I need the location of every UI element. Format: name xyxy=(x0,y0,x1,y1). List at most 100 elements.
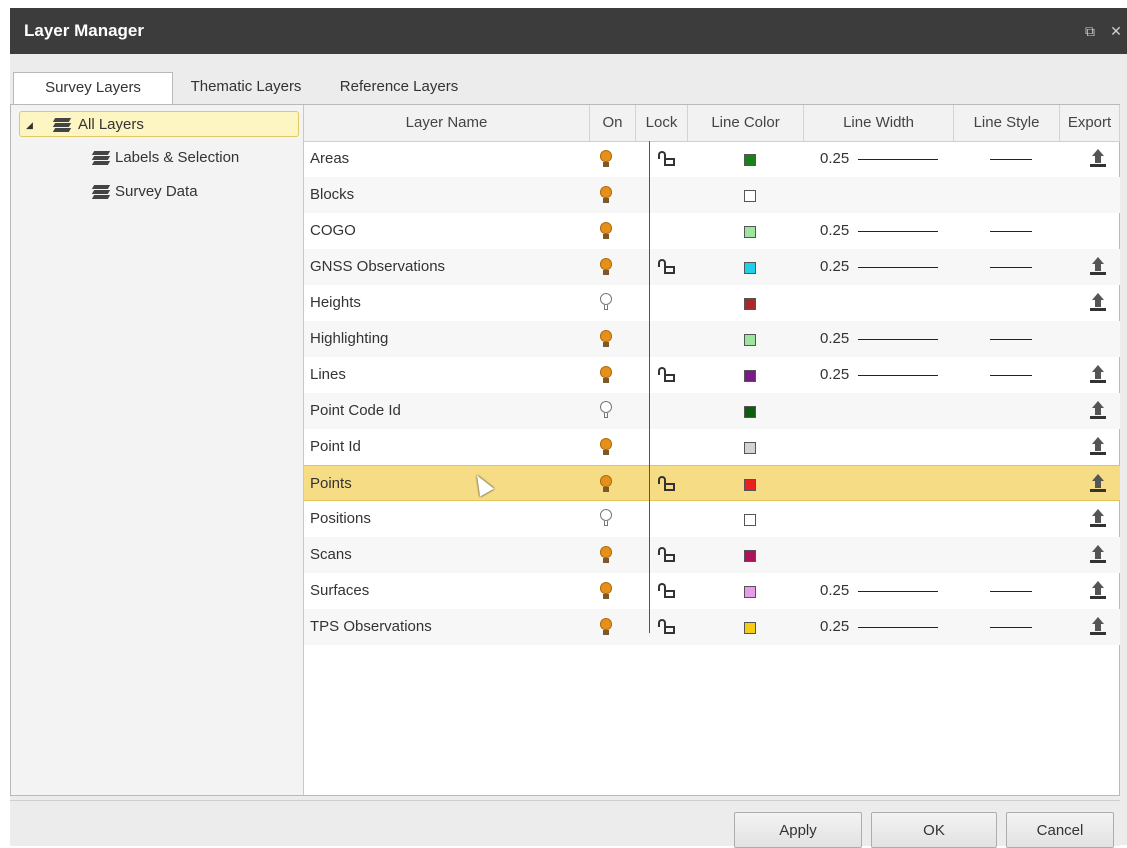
line-color-swatch[interactable] xyxy=(744,154,756,166)
tree-node-labels-selection[interactable]: Labels & Selection xyxy=(91,145,293,171)
line-width-value[interactable]: 0.25 xyxy=(820,213,849,249)
line-color-swatch[interactable] xyxy=(744,442,756,454)
col-on[interactable]: On xyxy=(590,105,636,141)
line-style-preview[interactable] xyxy=(990,339,1032,340)
line-color-swatch[interactable] xyxy=(744,479,756,491)
table-row[interactable]: Points xyxy=(304,465,1120,501)
tab-survey-layers[interactable]: Survey Layers xyxy=(13,72,173,106)
line-color-swatch[interactable] xyxy=(744,226,756,238)
export-icon[interactable] xyxy=(1090,401,1106,421)
line-color-swatch[interactable] xyxy=(744,262,756,274)
export-icon[interactable] xyxy=(1090,365,1106,385)
bulb-on-icon[interactable] xyxy=(600,150,612,168)
bulb-on-icon[interactable] xyxy=(600,438,612,456)
layer-name-cell: Surfaces xyxy=(310,582,370,599)
table-row[interactable]: Point Code Id xyxy=(304,393,1120,429)
unlock-icon[interactable] xyxy=(658,151,678,167)
bulb-on-icon[interactable] xyxy=(600,475,612,493)
col-line-width[interactable]: Line Width xyxy=(804,105,954,141)
unlock-icon[interactable] xyxy=(658,619,678,635)
line-color-swatch[interactable] xyxy=(744,586,756,598)
export-icon[interactable] xyxy=(1090,474,1106,494)
cancel-button[interactable]: Cancel xyxy=(1006,812,1114,848)
bulb-off-icon[interactable] xyxy=(600,509,612,527)
line-style-preview[interactable] xyxy=(990,591,1032,592)
bulb-on-icon[interactable] xyxy=(600,366,612,384)
export-icon[interactable] xyxy=(1090,545,1106,565)
apply-button[interactable]: Apply xyxy=(734,812,862,848)
line-color-swatch[interactable] xyxy=(744,334,756,346)
table-row[interactable]: Positions xyxy=(304,501,1120,537)
unlock-icon[interactable] xyxy=(658,547,678,563)
export-icon[interactable] xyxy=(1090,257,1106,277)
line-color-swatch[interactable] xyxy=(744,298,756,310)
line-width-value[interactable]: 0.25 xyxy=(820,249,849,285)
bulb-on-icon[interactable] xyxy=(600,186,612,204)
bulb-on-icon[interactable] xyxy=(600,258,612,276)
line-style-preview[interactable] xyxy=(990,375,1032,376)
line-style-preview[interactable] xyxy=(990,627,1032,628)
export-icon[interactable] xyxy=(1090,617,1106,637)
col-line-color[interactable]: Line Color xyxy=(688,105,804,141)
line-color-swatch[interactable] xyxy=(744,190,756,202)
restore-icon[interactable]: ⧉ xyxy=(1080,21,1100,41)
col-export[interactable]: Export xyxy=(1060,105,1120,141)
line-style-preview[interactable] xyxy=(990,159,1032,160)
layer-name-cell: TPS Observations xyxy=(310,618,432,635)
export-icon[interactable] xyxy=(1090,293,1106,313)
export-icon[interactable] xyxy=(1090,581,1106,601)
layer-manager-window: Layer Manager ⧉ ✕ Survey Layers Thematic… xyxy=(10,8,1127,848)
line-width-value[interactable]: 0.25 xyxy=(820,609,849,645)
table-row[interactable]: Highlighting 0.25 xyxy=(304,321,1120,357)
table-row[interactable]: Point Id xyxy=(304,429,1120,465)
tab-thematic-layers[interactable]: Thematic Layers xyxy=(176,72,316,104)
tree-node-survey-data[interactable]: Survey Data xyxy=(91,179,293,205)
bulb-on-icon[interactable] xyxy=(600,618,612,636)
table-row[interactable]: Blocks xyxy=(304,177,1120,213)
line-width-value[interactable]: 0.25 xyxy=(820,321,849,357)
line-color-swatch[interactable] xyxy=(744,370,756,382)
table-row[interactable]: TPS Observations 0.25 xyxy=(304,609,1120,645)
unlock-icon[interactable] xyxy=(658,583,678,599)
col-layer-name[interactable]: Layer Name xyxy=(304,105,590,141)
unlock-icon[interactable] xyxy=(658,259,678,275)
line-width-value[interactable]: 0.25 xyxy=(820,141,849,177)
layer-tree: ◢ All Layers Labels & Selection Survey D… xyxy=(11,105,304,795)
unlock-icon[interactable] xyxy=(658,476,678,492)
layers-icon xyxy=(52,118,72,132)
line-width-value[interactable]: 0.25 xyxy=(820,357,849,393)
bulb-off-icon[interactable] xyxy=(600,293,612,311)
close-icon[interactable]: ✕ xyxy=(1106,21,1126,41)
line-color-swatch[interactable] xyxy=(744,622,756,634)
line-width-value[interactable]: 0.25 xyxy=(820,573,849,609)
table-row[interactable]: Surfaces 0.25 xyxy=(304,573,1120,609)
unlock-icon[interactable] xyxy=(658,367,678,383)
line-style-preview[interactable] xyxy=(990,231,1032,232)
export-icon[interactable] xyxy=(1090,149,1106,169)
ok-button[interactable]: OK xyxy=(871,812,997,848)
table-row[interactable]: Lines 0.25 xyxy=(304,357,1120,393)
layer-name-cell: Point Code Id xyxy=(310,402,401,419)
table-row[interactable]: GNSS Observations 0.25 xyxy=(304,249,1120,285)
tree-node-all-layers[interactable]: ◢ All Layers xyxy=(19,111,299,137)
bulb-on-icon[interactable] xyxy=(600,546,612,564)
line-color-swatch[interactable] xyxy=(744,550,756,562)
table-row[interactable]: Scans xyxy=(304,537,1120,573)
export-icon[interactable] xyxy=(1090,509,1106,529)
col-lock[interactable]: Lock xyxy=(636,105,688,141)
line-color-swatch[interactable] xyxy=(744,406,756,418)
table-row[interactable]: Heights xyxy=(304,285,1120,321)
bulb-on-icon[interactable] xyxy=(600,330,612,348)
bulb-off-icon[interactable] xyxy=(600,401,612,419)
table-row[interactable]: COGO 0.25 xyxy=(304,213,1120,249)
tab-reference-layers[interactable]: Reference Layers xyxy=(324,72,474,104)
layer-name-cell: Points xyxy=(310,475,352,492)
bulb-on-icon[interactable] xyxy=(600,222,612,240)
table-row[interactable]: Areas 0.25 xyxy=(304,141,1120,177)
col-line-style[interactable]: Line Style xyxy=(954,105,1060,141)
bulb-on-icon[interactable] xyxy=(600,582,612,600)
expand-arrow-icon[interactable]: ◢ xyxy=(26,112,33,138)
export-icon[interactable] xyxy=(1090,437,1106,457)
line-style-preview[interactable] xyxy=(990,267,1032,268)
line-color-swatch[interactable] xyxy=(744,514,756,526)
